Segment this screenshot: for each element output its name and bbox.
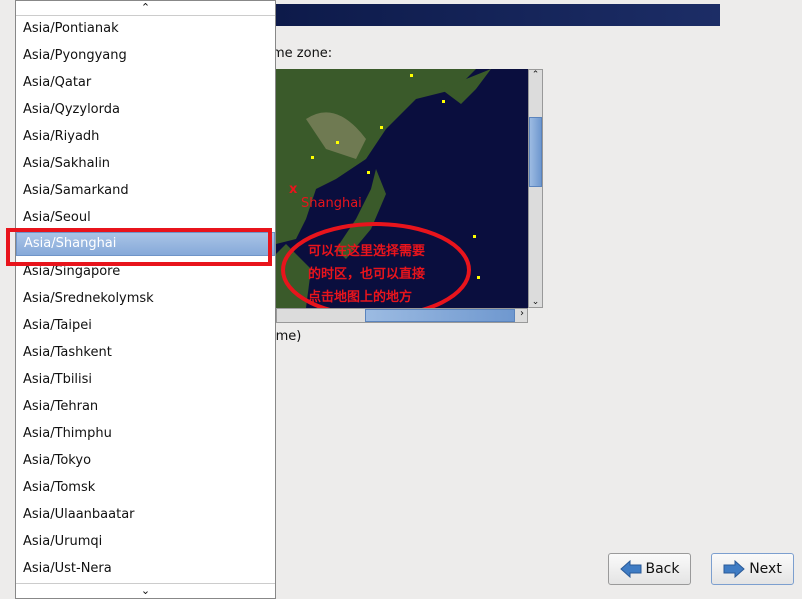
selection-highlight-box [6, 228, 272, 266]
annotation-line: 可以在这里选择需要 [308, 244, 426, 259]
arrow-left-icon [619, 560, 641, 578]
scroll-thumb[interactable] [365, 309, 515, 322]
city-dot[interactable] [336, 141, 339, 144]
selected-city-label: Shanghai [301, 196, 362, 211]
timezone-list-item[interactable]: Asia/Pyongyang [16, 42, 275, 69]
utc-checkbox-label: ime) [272, 329, 302, 344]
arrow-right-icon [723, 560, 745, 578]
timezone-list-item[interactable]: Asia/Tomsk [16, 474, 275, 501]
annotation-text: 可以在这里选择需要 的时区，也可以直接 点击地图上的地方 [308, 240, 425, 308]
timezone-list-item[interactable]: Asia/Seoul [16, 204, 275, 231]
city-dot[interactable] [380, 126, 383, 129]
city-dot[interactable] [477, 276, 480, 279]
timezone-list-item[interactable]: Asia/Urumqi [16, 528, 275, 555]
back-label: Back [645, 561, 680, 577]
timezone-list-item[interactable]: Asia/Sakhalin [16, 150, 275, 177]
map-horizontal-scrollbar[interactable]: › [276, 308, 528, 323]
timezone-dropdown-list[interactable]: ⌃ Asia/Pontianak Asia/Pyongyang Asia/Qatar… [15, 0, 276, 599]
world-map[interactable]: x Shanghai 可以在这里选择需要 的时区，也可以直接 点击地图上的地方 [276, 69, 528, 308]
city-dot[interactable] [410, 74, 413, 77]
timezone-list-item[interactable]: Asia/Tehran [16, 393, 275, 420]
timezone-list-item[interactable]: Asia/Ulaanbaatar [16, 501, 275, 528]
timezone-label: me zone: [272, 46, 333, 61]
back-button[interactable]: Back [608, 553, 691, 585]
timezone-list-item[interactable]: Asia/Taipei [16, 312, 275, 339]
timezone-list-item[interactable]: Asia/Tashkent [16, 339, 275, 366]
next-button[interactable]: Next [711, 553, 794, 585]
chevron-down-icon[interactable]: ⌄ [16, 583, 275, 598]
next-label: Next [749, 561, 782, 577]
timezone-list-item[interactable]: Asia/Riyadh [16, 123, 275, 150]
scroll-down-icon[interactable]: ⌄ [529, 297, 542, 307]
city-dot[interactable] [367, 171, 370, 174]
timezone-list-item[interactable]: Asia/Srednekolymsk [16, 285, 275, 312]
map-vertical-scrollbar[interactable]: ⌃ ⌄ [528, 69, 543, 308]
header-banner [276, 4, 720, 26]
city-dot[interactable] [442, 100, 445, 103]
timezone-list-item[interactable]: Asia/Tbilisi [16, 366, 275, 393]
timezone-list-item[interactable]: Asia/Qatar [16, 69, 275, 96]
annotation-line: 点击地图上的地方 [308, 290, 413, 305]
selected-city-marker: x [289, 182, 298, 197]
timezone-list-item[interactable]: Asia/Pontianak [16, 15, 275, 42]
chevron-up-icon[interactable]: ⌃ [16, 1, 275, 16]
scroll-up-icon[interactable]: ⌃ [529, 70, 542, 80]
timezone-list-item[interactable]: Asia/Qyzylorda [16, 96, 275, 123]
scroll-right-icon[interactable]: › [520, 308, 524, 319]
timezone-list-item[interactable]: Asia/Tokyo [16, 447, 275, 474]
timezone-list-item[interactable]: Asia/Thimphu [16, 420, 275, 447]
annotation-line: 的时区，也可以直接 [308, 267, 426, 282]
timezone-list-item[interactable]: Asia/Samarkand [16, 177, 275, 204]
timezone-list-item[interactable]: Asia/Ust-Nera [16, 555, 275, 582]
city-dot[interactable] [311, 156, 314, 159]
scroll-thumb[interactable] [529, 117, 542, 187]
